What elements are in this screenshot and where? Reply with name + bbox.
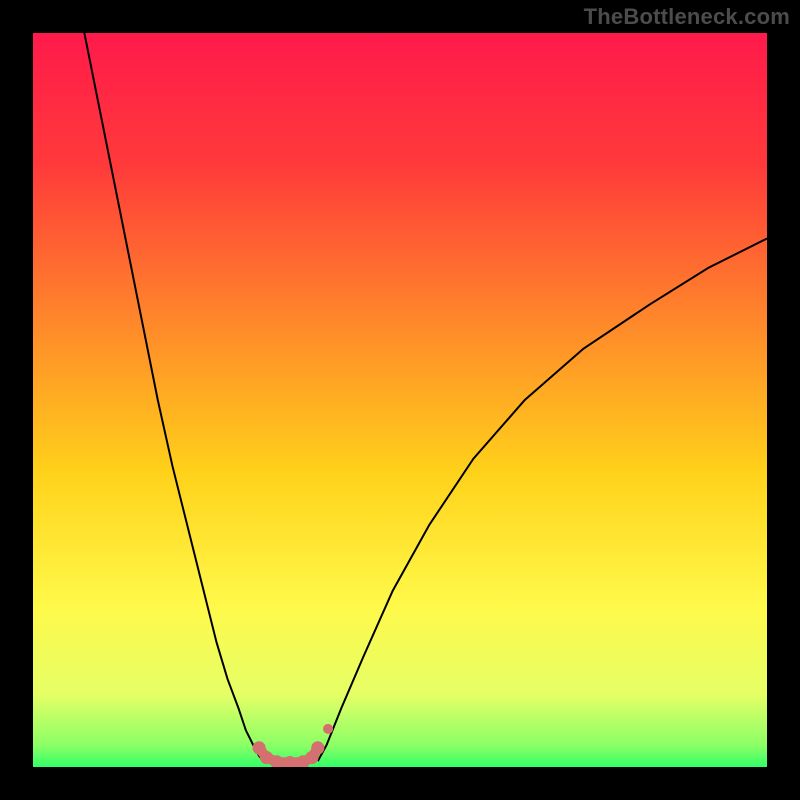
right-start-dot [323, 724, 333, 734]
right-curve [318, 239, 767, 762]
trough-highlight-point [311, 741, 324, 754]
chart-frame: TheBottleneck.com [0, 0, 800, 800]
left-curve [84, 33, 263, 761]
attribution-label: TheBottleneck.com [584, 4, 790, 30]
plot-area [33, 33, 767, 767]
curve-layer [33, 33, 767, 767]
